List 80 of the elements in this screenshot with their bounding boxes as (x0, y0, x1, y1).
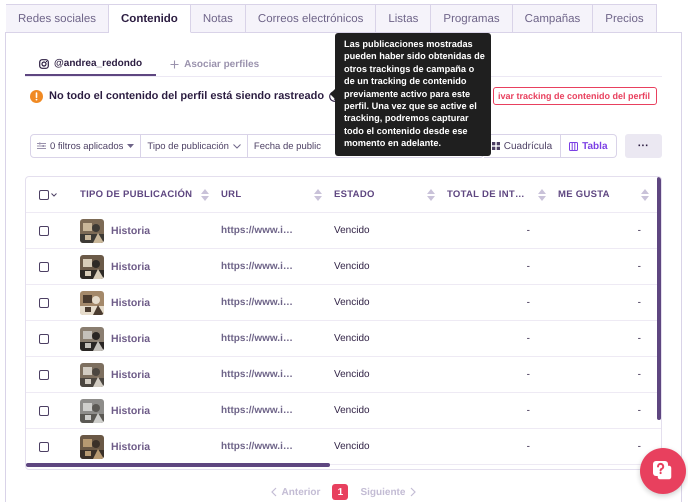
select-all-checkbox[interactable] (39, 190, 49, 200)
tab[interactable]: Programas (431, 4, 513, 33)
warning-message: No todo el contenido del perfil está siendo rastreado (49, 90, 324, 102)
table-cell: - (526, 297, 530, 308)
row-checkbox[interactable] (39, 298, 49, 308)
filter-dropdown[interactable]: Tipo de publicación (141, 135, 248, 157)
table-cell: Vencido (334, 405, 370, 416)
activate-tracking-button[interactable]: ivar tracking de contenido del perfil (492, 87, 657, 105)
page-number[interactable]: 1 (332, 484, 348, 500)
table-cell: https://www.i… (221, 225, 293, 236)
tab[interactable]: Notas (190, 4, 246, 33)
row-checkbox[interactable] (39, 226, 49, 236)
chevron-right-icon (410, 487, 416, 497)
column-header: TIPO DE PUBLICACIÓN (80, 189, 192, 200)
table-cell: - (638, 261, 641, 272)
table-cell: Vencido (334, 369, 370, 380)
tab[interactable]: Precios (593, 4, 657, 33)
warning-icon (30, 90, 43, 102)
row-checkbox[interactable] (39, 406, 49, 416)
tab[interactable]: Correos electrónicos (246, 4, 376, 33)
table-cell: - (526, 441, 530, 452)
sliders-icon (37, 142, 46, 150)
caret-icon (127, 144, 134, 148)
post-type: Historia (111, 332, 150, 344)
vertical-scrollbar[interactable] (657, 177, 661, 420)
tooltip-text: Las publicaciones mostradas pueden haber sido obtenidas de otros trackings de campaña o de un tracking de contenido previamente activo para este perfil. Una vez que se active el tracking, podremos capturar todo el contenido desde ese momento en adelante. (344, 38, 486, 150)
table-cell: Vencido (334, 297, 370, 308)
table-cell: https://www.i… (221, 261, 293, 272)
table-cell: - (638, 297, 641, 308)
table-cell: Vencido (334, 333, 370, 344)
post-type: Historia (111, 260, 150, 272)
table-cell: Vencido (334, 261, 370, 272)
more-button[interactable]: ··· (624, 134, 662, 158)
table-cell: - (638, 441, 641, 452)
chevron-left-icon (270, 487, 277, 497)
profile-tab[interactable]: Asociar perfiles (156, 53, 274, 76)
camera-icon (39, 58, 49, 68)
post-type: Historia (111, 296, 150, 308)
table-cell: https://www.i… (221, 405, 293, 416)
post-type: Historia (111, 440, 150, 452)
post-type: Historia (111, 368, 150, 380)
table-cell: - (638, 333, 641, 344)
table-cell: Vencido (334, 225, 370, 236)
tab[interactable]: Campañas (512, 4, 594, 33)
chevron-down-icon[interactable] (51, 192, 57, 196)
plus-icon (170, 60, 180, 69)
table-cell: - (638, 405, 641, 416)
row-checkbox[interactable] (39, 370, 49, 380)
row-checkbox[interactable] (39, 262, 49, 272)
table-cell: https://www.i… (221, 333, 293, 344)
columns-icon (569, 142, 578, 150)
help-button[interactable] (640, 448, 686, 494)
column-header: TOTAL DE INT… (447, 189, 525, 200)
table-cell: - (638, 369, 641, 380)
post-type: Historia (111, 404, 150, 416)
table-cell: - (526, 333, 530, 344)
horizontal-scrollbar[interactable] (26, 463, 330, 467)
tab[interactable]: Listas (376, 4, 432, 33)
table-cell: https://www.i… (221, 369, 293, 380)
post-type: Historia (111, 224, 150, 236)
profile-tab[interactable]: @andrea_redondo (25, 53, 156, 76)
grid-icon (492, 142, 500, 150)
table-cell: https://www.i… (221, 441, 293, 452)
row-checkbox[interactable] (39, 334, 49, 344)
tab[interactable]: Contenido (108, 4, 191, 33)
table-cell: - (526, 369, 530, 380)
table-cell: - (526, 405, 530, 416)
column-header: URL (221, 189, 242, 200)
table-cell: Vencido (334, 441, 370, 452)
table-cell: - (526, 225, 530, 236)
tab[interactable]: Redes sociales (6, 4, 109, 33)
view-toggle[interactable]: Tabla (561, 135, 616, 157)
chevron-down-icon (232, 144, 241, 148)
filter-dropdown[interactable]: 0 filtros aplicados (31, 135, 142, 157)
table-cell: - (638, 225, 641, 236)
column-header: ESTADO (334, 189, 375, 200)
column-header: ME GUSTA (558, 189, 610, 200)
table-cell: - (526, 261, 530, 272)
table-cell: https://www.i… (221, 297, 293, 308)
row-checkbox[interactable] (39, 442, 49, 452)
